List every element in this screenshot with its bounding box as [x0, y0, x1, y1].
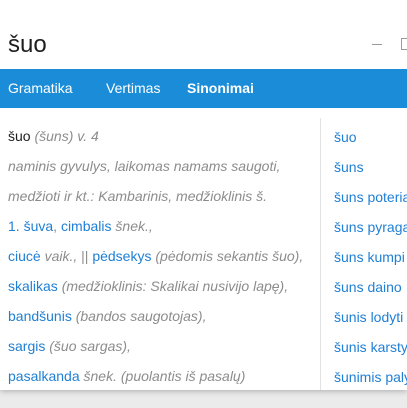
definition-line: medžioti ir kt.: Kambarinis, medžioklini…: [8, 188, 268, 204]
tab-gramatika[interactable]: Gramatika: [8, 69, 73, 108]
definition-line: naminis gyvulys, laikomas namams saugoti…: [8, 158, 281, 174]
synonym-link[interactable]: ciucė: [8, 248, 41, 264]
synonym-link[interactable]: pasalkanda: [8, 368, 80, 384]
synonym-line: bandšunis (bandos saugotojas),: [8, 301, 314, 331]
synonym-line: ciucė vaik., || pėdsekys (pėdomis sekant…: [8, 241, 314, 271]
related-terms-list: šuo šuns šuns poteria šuns pyraga šuns k…: [334, 122, 407, 390]
tab-sinonimai[interactable]: Sinonimai: [187, 69, 254, 108]
app-window: šuo Gramatika Vertimas Sinonimai šuo (šu…: [0, 0, 407, 390]
related-term-link[interactable]: šuns: [334, 152, 407, 182]
usage-note: (bandos saugotojas),: [75, 308, 207, 324]
usage-note: (šuo sargas),: [49, 338, 131, 354]
synonym-line: sargis (šuo sargas),: [8, 331, 314, 361]
synonym-line: skalikas (medžioklinis: Skalikai nusivij…: [8, 271, 314, 301]
usage-note: (medžioklinis: Skalikai nusivijo lapę),: [61, 278, 289, 294]
usage-note: (pėdomis sekantis šuo),: [155, 248, 304, 264]
related-term-link[interactable]: šunimis paly: [334, 362, 407, 390]
related-term-link[interactable]: šuns poteria: [334, 182, 407, 212]
related-term-link[interactable]: šuns kumpi: [334, 242, 407, 272]
maximize-icon[interactable]: [401, 38, 407, 50]
entry-header-line: šuo (šuns) v. 4: [8, 121, 314, 151]
related-term-link[interactable]: šunis lodyti: [334, 302, 407, 332]
related-term-link[interactable]: šuns pyraga: [334, 212, 407, 242]
synonym-link[interactable]: šuva: [24, 218, 54, 234]
related-term-link[interactable]: šunis karsty: [334, 332, 407, 362]
separator: ,: [53, 218, 58, 234]
synonym-link[interactable]: skalikas: [8, 278, 58, 294]
grammar-info: (šuns) v. 4: [34, 128, 99, 144]
synonym-link[interactable]: bandšunis: [8, 308, 72, 324]
sense-number: 1.: [8, 218, 20, 234]
related-term-link[interactable]: šuns daino: [334, 272, 407, 302]
title-bar: šuo: [0, 0, 407, 69]
synonym-link[interactable]: pėdsekys: [92, 248, 151, 264]
panel-divider: [320, 118, 321, 390]
tab-vertimas[interactable]: Vertimas: [106, 69, 160, 108]
synonym-line: pasalkanda šnek. (puolantis iš pasalų): [8, 361, 314, 390]
entry-panel: šuo (šuns) v. 4 naminis gyvulys, laikoma…: [8, 121, 314, 390]
synonym-line: 1. šuva, cimbalis šnek.,: [8, 211, 314, 241]
usage-note: šnek.,: [115, 218, 153, 234]
headword: šuo: [8, 128, 31, 144]
synonym-link[interactable]: sargis: [8, 338, 45, 354]
separator: ||: [81, 248, 89, 264]
minimize-icon[interactable]: [372, 44, 382, 45]
usage-note: šnek. (puolantis iš pasalų): [83, 368, 246, 384]
synonym-link[interactable]: cimbalis: [61, 218, 112, 234]
related-term-link[interactable]: šuo: [334, 122, 407, 152]
window-title: šuo: [8, 31, 47, 58]
usage-note: vaik.,: [44, 248, 78, 264]
tab-bar: Gramatika Vertimas Sinonimai: [0, 69, 407, 108]
